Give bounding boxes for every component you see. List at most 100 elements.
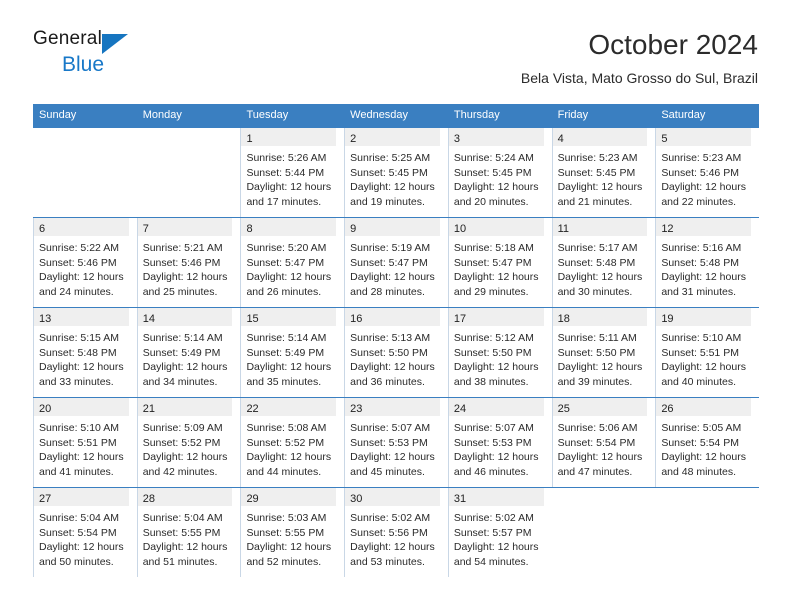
sunrise-text: Sunrise: 5:23 AM xyxy=(661,152,742,164)
calendar-day-cell[interactable]: 8 Sunrise: 5:20 AM Sunset: 5:47 PM Daylight… xyxy=(240,218,344,307)
daylight-text-line1: Daylight: 12 hours xyxy=(39,541,124,553)
weekday-header-row: Sunday Monday Tuesday Wednesday Thursday… xyxy=(33,104,759,128)
calendar-day-cell[interactable]: 24 Sunrise: 5:07 AM Sunset: 5:53 PM Dayligh… xyxy=(447,398,552,487)
daylight-text-line1: Daylight: 12 hours xyxy=(661,361,746,373)
calendar-week-row: 1 Sunrise: 5:26 AM Sunset: 5:44 PM Daylight… xyxy=(33,128,759,217)
day-number-band: 31 xyxy=(447,488,544,506)
day-number: 26 xyxy=(661,403,674,415)
calendar-day-cell[interactable]: 16 Sunrise: 5:13 AM Sunset: 5:50 PM Dayligh… xyxy=(344,308,448,397)
daylight-text-line1: Daylight: 12 hours xyxy=(557,361,643,373)
weekday-header-thursday: Thursday xyxy=(453,109,500,121)
calendar-day-cell[interactable]: 21 Sunrise: 5:09 AM Sunset: 5:52 PM Dayligh… xyxy=(136,398,241,487)
day-number: 1 xyxy=(246,133,253,145)
calendar-day-cell[interactable]: 5 Sunrise: 5:23 AM Sunset: 5:46 PM Daylight… xyxy=(655,128,759,217)
calendar-day-cell[interactable]: 12 Sunrise: 5:16 AM Sunset: 5:48 PM Dayligh… xyxy=(655,218,759,307)
calendar-day-cell[interactable]: 23 Sunrise: 5:07 AM Sunset: 5:53 PM Dayligh… xyxy=(344,398,448,487)
daylight-text-line1: Daylight: 12 hours xyxy=(350,181,435,193)
daylight-text-line2: and 20 minutes. xyxy=(453,195,529,208)
daylight-text-line2: and 41 minutes. xyxy=(39,465,114,478)
day-number-band: 2 xyxy=(344,128,440,146)
calendar-day-cell[interactable]: 20 Sunrise: 5:10 AM Sunset: 5:51 PM Dayligh… xyxy=(33,398,137,487)
weekday-header-sunday: Sunday xyxy=(39,109,77,121)
calendar-day-cell[interactable]: 18 Sunrise: 5:11 AM Sunset: 5:50 PM Dayligh… xyxy=(551,308,656,397)
day-details: Sunrise: 5:10 AM Sunset: 5:51 PM Daylight:… xyxy=(33,416,137,479)
day-number-band: 5 xyxy=(655,128,752,146)
day-number: 21 xyxy=(142,403,155,415)
calendar-day-cell[interactable]: 17 Sunrise: 5:12 AM Sunset: 5:50 PM Dayligh… xyxy=(447,308,552,397)
calendar-day-cell[interactable]: 19 Sunrise: 5:10 AM Sunset: 5:51 PM Dayligh… xyxy=(655,308,759,397)
day-number-band: 18 xyxy=(551,308,648,326)
calendar-day-cell[interactable]: 1 Sunrise: 5:26 AM Sunset: 5:44 PM Daylight… xyxy=(240,128,344,217)
calendar-day-cell[interactable]: 4 Sunrise: 5:23 AM Sunset: 5:45 PM Daylight… xyxy=(551,128,656,217)
daylight-text-line2: and 21 minutes. xyxy=(557,195,633,208)
calendar-day-cell[interactable]: 22 Sunrise: 5:08 AM Sunset: 5:52 PM Dayligh… xyxy=(240,398,344,487)
calendar-day-cell[interactable]: 15 Sunrise: 5:14 AM Sunset: 5:49 PM Dayligh… xyxy=(240,308,344,397)
sunset-text: Sunset: 5:49 PM xyxy=(246,346,325,359)
calendar-day-cell[interactable]: 14 Sunrise: 5:14 AM Sunset: 5:49 PM Dayligh… xyxy=(136,308,241,397)
day-number-band: 10 xyxy=(447,218,544,236)
calendar-week-row: 27 Sunrise: 5:04 AM Sunset: 5:54 PM Dayligh… xyxy=(33,487,759,577)
day-details: Sunrise: 5:19 AM Sunset: 5:47 PM Daylight:… xyxy=(344,236,448,299)
title-block: October 2024 Bela Vista, Mato Grosso do … xyxy=(521,28,758,88)
daylight-text-line2: and 29 minutes. xyxy=(453,285,529,298)
sunset-text: Sunset: 5:51 PM xyxy=(39,436,117,449)
day-number: 31 xyxy=(453,493,467,505)
sunrise-text: Sunrise: 5:16 AM xyxy=(661,242,742,254)
calendar-day-cell[interactable]: 6 Sunrise: 5:22 AM Sunset: 5:46 PM Daylight… xyxy=(33,218,137,307)
calendar-day-cell[interactable]: 26 Sunrise: 5:05 AM Sunset: 5:54 PM Dayligh… xyxy=(655,398,759,487)
day-number: 6 xyxy=(39,223,46,235)
daylight-text-line1: Daylight: 12 hours xyxy=(246,451,332,463)
sunrise-text: Sunrise: 5:09 AM xyxy=(142,422,223,434)
day-details: Sunrise: 5:15 AM Sunset: 5:48 PM Daylight:… xyxy=(33,326,137,389)
calendar-day-cell[interactable]: 27 Sunrise: 5:04 AM Sunset: 5:54 PM Dayligh… xyxy=(33,488,137,577)
day-number-band: 8 xyxy=(240,218,337,236)
daylight-text-line1: Daylight: 12 hours xyxy=(39,451,124,463)
day-details: Sunrise: 5:23 AM Sunset: 5:46 PM Daylight:… xyxy=(655,146,759,209)
day-details: Sunrise: 5:22 AM Sunset: 5:46 PM Daylight:… xyxy=(33,236,137,299)
calendar-day-cell[interactable]: 31 Sunrise: 5:02 AM Sunset: 5:57 PM Dayligh… xyxy=(447,488,552,577)
general-blue-logo[interactable]: General Blue xyxy=(33,28,153,82)
day-details: Sunrise: 5:10 AM Sunset: 5:51 PM Daylight:… xyxy=(655,326,759,389)
calendar-week-row: 13 Sunrise: 5:15 AM Sunset: 5:48 PM Dayligh… xyxy=(33,307,759,397)
daylight-text-line2: and 52 minutes. xyxy=(246,555,322,568)
calendar-day-cell[interactable]: 3 Sunrise: 5:24 AM Sunset: 5:45 PM Daylight… xyxy=(447,128,552,217)
calendar-day-cell[interactable]: 11 Sunrise: 5:17 AM Sunset: 5:48 PM Dayligh… xyxy=(551,218,656,307)
daylight-text-line2: and 28 minutes. xyxy=(350,285,425,298)
sunset-text: Sunset: 5:46 PM xyxy=(142,256,221,269)
day-number-band: 7 xyxy=(136,218,233,236)
daylight-text-line2: and 48 minutes. xyxy=(661,465,737,478)
sunrise-text: Sunrise: 5:14 AM xyxy=(142,332,223,344)
sunrise-text: Sunrise: 5:05 AM xyxy=(661,422,742,434)
calendar-day-cell[interactable]: 10 Sunrise: 5:18 AM Sunset: 5:47 PM Dayligh… xyxy=(447,218,552,307)
calendar-day-cell[interactable]: 7 Sunrise: 5:21 AM Sunset: 5:46 PM Daylight… xyxy=(136,218,241,307)
day-details: Sunrise: 5:17 AM Sunset: 5:48 PM Daylight:… xyxy=(552,236,656,299)
day-number: 14 xyxy=(142,313,155,325)
day-details: Sunrise: 5:07 AM Sunset: 5:53 PM Daylight:… xyxy=(344,416,448,479)
day-number: 9 xyxy=(350,223,357,235)
calendar-day-cell[interactable]: 25 Sunrise: 5:06 AM Sunset: 5:54 PM Dayligh… xyxy=(551,398,656,487)
sunrise-text: Sunrise: 5:26 AM xyxy=(246,152,327,164)
daylight-text-line2: and 38 minutes. xyxy=(453,375,529,388)
sunrise-text: Sunrise: 5:04 AM xyxy=(39,512,119,524)
calendar-grid: Sunday Monday Tuesday Wednesday Thursday… xyxy=(33,104,759,577)
calendar-day-cell[interactable]: 29 Sunrise: 5:03 AM Sunset: 5:55 PM Dayligh… xyxy=(240,488,344,577)
day-number-band: 4 xyxy=(551,128,648,146)
day-details: Sunrise: 5:20 AM Sunset: 5:47 PM Daylight:… xyxy=(240,236,344,299)
calendar-day-cell[interactable]: 13 Sunrise: 5:15 AM Sunset: 5:48 PM Dayligh… xyxy=(33,308,137,397)
calendar-day-cell[interactable]: 2 Sunrise: 5:25 AM Sunset: 5:45 PM Daylight… xyxy=(344,128,448,217)
calendar-day-cell[interactable]: 28 Sunrise: 5:04 AM Sunset: 5:55 PM Dayligh… xyxy=(136,488,241,577)
calendar-day-cell[interactable]: 30 Sunrise: 5:02 AM Sunset: 5:56 PM Dayligh… xyxy=(344,488,448,577)
sunrise-text: Sunrise: 5:07 AM xyxy=(350,422,431,434)
daylight-text-line2: and 45 minutes. xyxy=(350,465,425,478)
calendar-day-cell[interactable]: 9 Sunrise: 5:19 AM Sunset: 5:47 PM Daylight… xyxy=(344,218,448,307)
day-number-band: 25 xyxy=(551,398,648,416)
sunrise-text: Sunrise: 5:21 AM xyxy=(142,242,223,254)
calendar-day-cell-empty xyxy=(655,488,759,577)
calendar-weeks: 1 Sunrise: 5:26 AM Sunset: 5:44 PM Daylight… xyxy=(33,128,759,577)
sunset-text: Sunset: 5:47 PM xyxy=(453,256,532,269)
daylight-text-line1: Daylight: 12 hours xyxy=(557,181,643,193)
day-number: 2 xyxy=(350,133,357,145)
sunset-text: Sunset: 5:52 PM xyxy=(246,436,325,449)
day-details: Sunrise: 5:07 AM Sunset: 5:53 PM Daylight:… xyxy=(448,416,552,479)
calendar-day-cell-empty xyxy=(552,488,656,577)
